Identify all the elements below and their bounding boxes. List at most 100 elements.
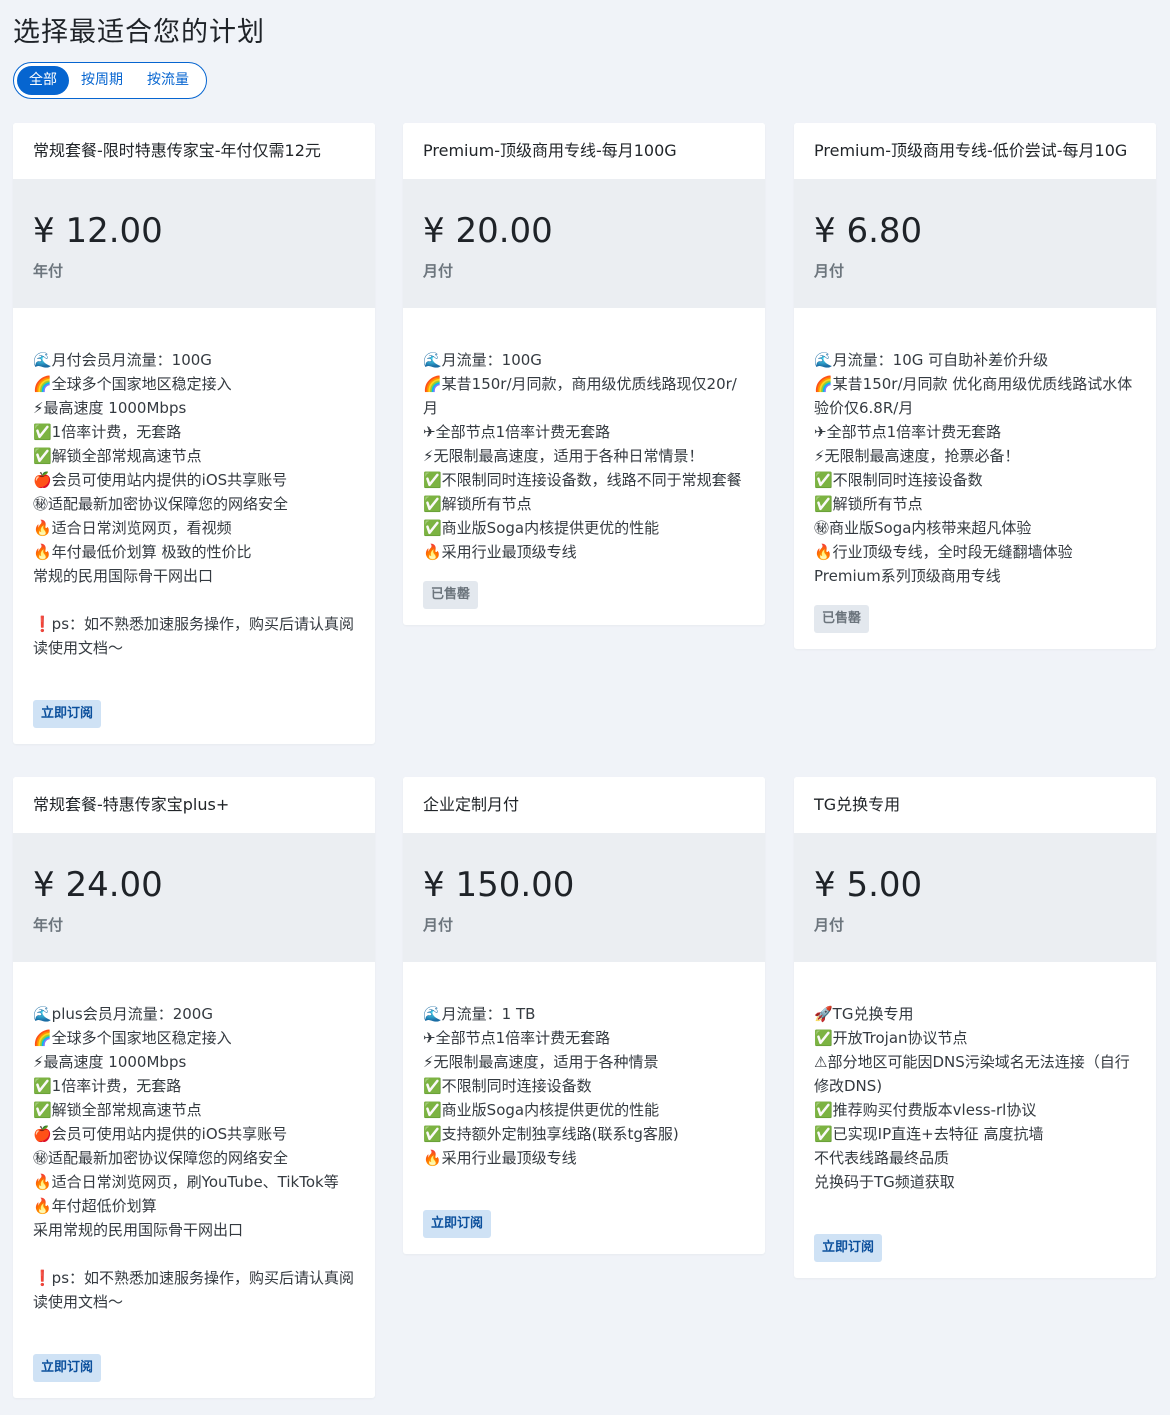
plan-period: 月付	[814, 262, 845, 280]
plan-feature: 🌈某昔150r/月同款 优化商用级优质线路试水体验价仅6.8R/月	[814, 375, 1133, 417]
plan-title: TG兑换专用	[794, 777, 1156, 833]
plan-feature: ㊙适配最新加密协议保障您的网络安全	[33, 495, 289, 513]
plan-title: Premium-顶级商用专线-每月100G	[403, 123, 765, 179]
plan-feature: 🔥适合日常浏览网页，看视频	[33, 519, 232, 537]
plan-feature: ㊙商业版Soga内核带来超凡体验	[814, 519, 1032, 537]
plan-price: ¥ 5.00	[814, 865, 923, 905]
feature-spacer	[33, 1242, 355, 1266]
plan-feature: 🌈全球多个国家地区稳定接入	[33, 375, 232, 393]
plan-features: 🌊月流量：10G 可自助补差价升级 🌈某昔150r/月同款 优化商用级优质线路试水…	[794, 308, 1156, 649]
plan-feature: 🔥年付超低价划算	[33, 1197, 157, 1215]
plan-features: 🌊月流量：1 TB ✈全部节点1倍率计费无套路 ⚡无限制最高速度，适用于各种情景 ✅不…	[403, 962, 765, 1254]
plan-period: 月付	[423, 262, 454, 280]
plan-feature: ✅商业版Soga内核提供更优的性能	[423, 519, 660, 537]
plan-feature: 🌊月流量：1 TB	[423, 1005, 536, 1023]
plan-feature: 🌊plus会员月流量：200G	[33, 1005, 213, 1023]
plan-feature: 🍎会员可使用站内提供的iOS共享账号	[33, 1125, 288, 1143]
plan-features: 🌊月流量：100G 🌈某昔150r/月同款，商用级优质线路现仅20r/月 ✈全部节点…	[403, 308, 765, 625]
plan-feature: ⚡无限制最高速度，适用于各种情景	[423, 1053, 659, 1071]
plan-feature: ⚡无限制最高速度，适用于各种日常情景！	[423, 447, 704, 465]
plan-feature: ⚡无限制最高速度，抢票必备！	[814, 447, 1020, 465]
plan-feature: ❗ps：如不熟悉加速服务操作，购买后请认真阅读使用文档～	[33, 615, 355, 657]
plan-feature: 常规的民用国际骨干网出口	[33, 567, 214, 585]
plan-feature: 🚀TG兑换专用	[814, 1005, 914, 1023]
plan-feature: 🍎会员可使用站内提供的iOS共享账号	[33, 471, 288, 489]
plan-price: ¥ 6.80	[814, 211, 923, 251]
soldout-badge: 已售罄	[423, 581, 479, 609]
plan-features: 🚀TG兑换专用 ✅开放Trojan协议节点 ⚠部分地区可能因DNS污染域名无法连接（…	[794, 962, 1156, 1278]
plan-features: 🌊月付会员月流量：100G 🌈全球多个国家地区稳定接入 ⚡最高速度 1000Mbps…	[13, 308, 375, 744]
tab-all[interactable]: 全部	[17, 66, 69, 95]
plan-feature: 🔥采用行业最顶级专线	[423, 1149, 577, 1167]
plan-price: ¥ 24.00	[33, 865, 163, 905]
plan-price: ¥ 12.00	[33, 211, 163, 251]
plan-feature: ✅解锁所有节点	[814, 495, 923, 513]
tab-by-period[interactable]: 按周期	[69, 66, 135, 95]
plan-feature: ✅不限制同时连接设备数	[423, 1077, 592, 1095]
subscribe-button[interactable]: 立即订阅	[33, 700, 102, 728]
plan-filter-tabs: 全部 按周期 按流量	[13, 62, 207, 99]
subscribe-button[interactable]: 立即订阅	[33, 1354, 102, 1382]
plan-feature: ✅不限制同时连接设备数	[814, 471, 983, 489]
plan-feature: ✅开放Trojan协议节点	[814, 1029, 968, 1047]
price-block: ¥ 20.00 月付	[403, 179, 765, 308]
plan-card: 常规套餐-限时特惠传家宝-年付仅需12元 ¥ 12.00 年付 🌊月付会员月流量：10…	[13, 123, 375, 744]
soldout-badge: 已售罄	[814, 605, 870, 633]
plan-feature: 🔥采用行业最顶级专线	[423, 543, 577, 561]
plan-feature: 🌊月流量：10G 可自助补差价升级	[814, 351, 1049, 369]
price-block: ¥ 5.00 月付	[794, 833, 1156, 962]
plan-feature: ✅支持额外定制独享线路(联系tg客服)	[423, 1125, 679, 1143]
plan-feature: ✅1倍率计费，无套路	[33, 423, 182, 441]
plan-card: Premium-顶级商用专线-每月100G ¥ 20.00 月付 🌊月流量：100G 🌈…	[403, 123, 765, 625]
plan-period: 年付	[33, 916, 64, 934]
plan-title: 常规套餐-限时特惠传家宝-年付仅需12元	[13, 123, 375, 179]
plan-card: TG兑换专用 ¥ 5.00 月付 🚀TG兑换专用 ✅开放Trojan协议节点 ⚠部分地区可…	[794, 777, 1156, 1278]
plan-price: ¥ 150.00	[423, 865, 575, 905]
price-block: ¥ 150.00 月付	[403, 833, 765, 962]
plan-card: Premium-顶级商用专线-低价尝试-每月10G ¥ 6.80 月付 🌊月流量：10…	[794, 123, 1156, 649]
plan-period: 年付	[33, 262, 64, 280]
tab-by-traffic[interactable]: 按流量	[135, 66, 201, 95]
plan-feature: 采用常规的民用国际骨干网出口	[33, 1221, 244, 1239]
plan-feature: ⚠部分地区可能因DNS污染域名无法连接（自行修改DNS)	[814, 1053, 1130, 1095]
plan-feature: 🌈某昔150r/月同款，商用级优质线路现仅20r/月	[423, 375, 737, 417]
plan-feature: 🔥适合日常浏览网页，刷YouTube、TikTok等	[33, 1173, 339, 1191]
plan-title: Premium-顶级商用专线-低价尝试-每月10G	[794, 123, 1156, 179]
plan-feature: ✅已实现IP直连+去特征 高度抗墙	[814, 1125, 1044, 1143]
plan-feature: ✅解锁全部常规高速节点	[33, 447, 202, 465]
page-title: 选择最适合您的计划	[13, 17, 265, 48]
plan-feature: ⚡最高速度 1000Mbps	[33, 399, 187, 417]
plan-feature: ✈全部节点1倍率计费无套路	[814, 423, 1002, 441]
plan-feature: 🌊月付会员月流量：100G	[33, 351, 212, 369]
plan-feature: ✅解锁所有节点	[423, 495, 532, 513]
plan-feature: ❗ps：如不熟悉加速服务操作，购买后请认真阅读使用文档～	[33, 1269, 355, 1311]
plan-feature: ✅推荐购买付费版本vless-rl协议	[814, 1101, 1037, 1119]
price-block: ¥ 24.00 年付	[13, 833, 375, 962]
plan-feature: 🔥年付最低价划算 极致的性价比	[33, 543, 252, 561]
plan-feature: 兑换码于TG频道获取	[814, 1173, 955, 1191]
plan-feature: 🔥行业顶级专线，全时段无缝翻墙体验	[814, 543, 1073, 561]
plan-title: 常规套餐-特惠传家宝plus+	[13, 777, 375, 833]
plan-feature: ✅1倍率计费，无套路	[33, 1077, 182, 1095]
plan-feature: ✅不限制同时连接设备数，线路不同于常规套餐	[423, 471, 742, 489]
plan-feature: Premium系列顶级商用专线	[814, 567, 1001, 585]
price-block: ¥ 12.00 年付	[13, 179, 375, 308]
plan-feature: 🌈全球多个国家地区稳定接入	[33, 1029, 232, 1047]
plan-price: ¥ 20.00	[423, 211, 553, 251]
plan-feature: ✈全部节点1倍率计费无套路	[423, 1029, 611, 1047]
plan-card: 企业定制月付 ¥ 150.00 月付 🌊月流量：1 TB ✈全部节点1倍率计费无套路 ⚡无…	[403, 777, 765, 1254]
plan-period: 月付	[423, 916, 454, 934]
plan-features: 🌊plus会员月流量：200G 🌈全球多个国家地区稳定接入 ⚡最高速度 1000Mb…	[13, 962, 375, 1398]
plan-title: 企业定制月付	[403, 777, 765, 833]
plan-card: 常规套餐-特惠传家宝plus+ ¥ 24.00 年付 🌊plus会员月流量：200G 🌈…	[13, 777, 375, 1398]
plan-period: 月付	[814, 916, 845, 934]
plan-feature: ✈全部节点1倍率计费无套路	[423, 423, 611, 441]
plan-feature: ✅商业版Soga内核提供更优的性能	[423, 1101, 660, 1119]
plan-feature: ㊙适配最新加密协议保障您的网络安全	[33, 1149, 289, 1167]
feature-spacer	[33, 588, 355, 612]
plan-feature: ⚡最高速度 1000Mbps	[33, 1053, 187, 1071]
subscribe-button[interactable]: 立即订阅	[814, 1234, 883, 1262]
plan-feature: 不代表线路最终品质	[814, 1149, 950, 1167]
subscribe-button[interactable]: 立即订阅	[423, 1210, 492, 1238]
price-block: ¥ 6.80 月付	[794, 179, 1156, 308]
